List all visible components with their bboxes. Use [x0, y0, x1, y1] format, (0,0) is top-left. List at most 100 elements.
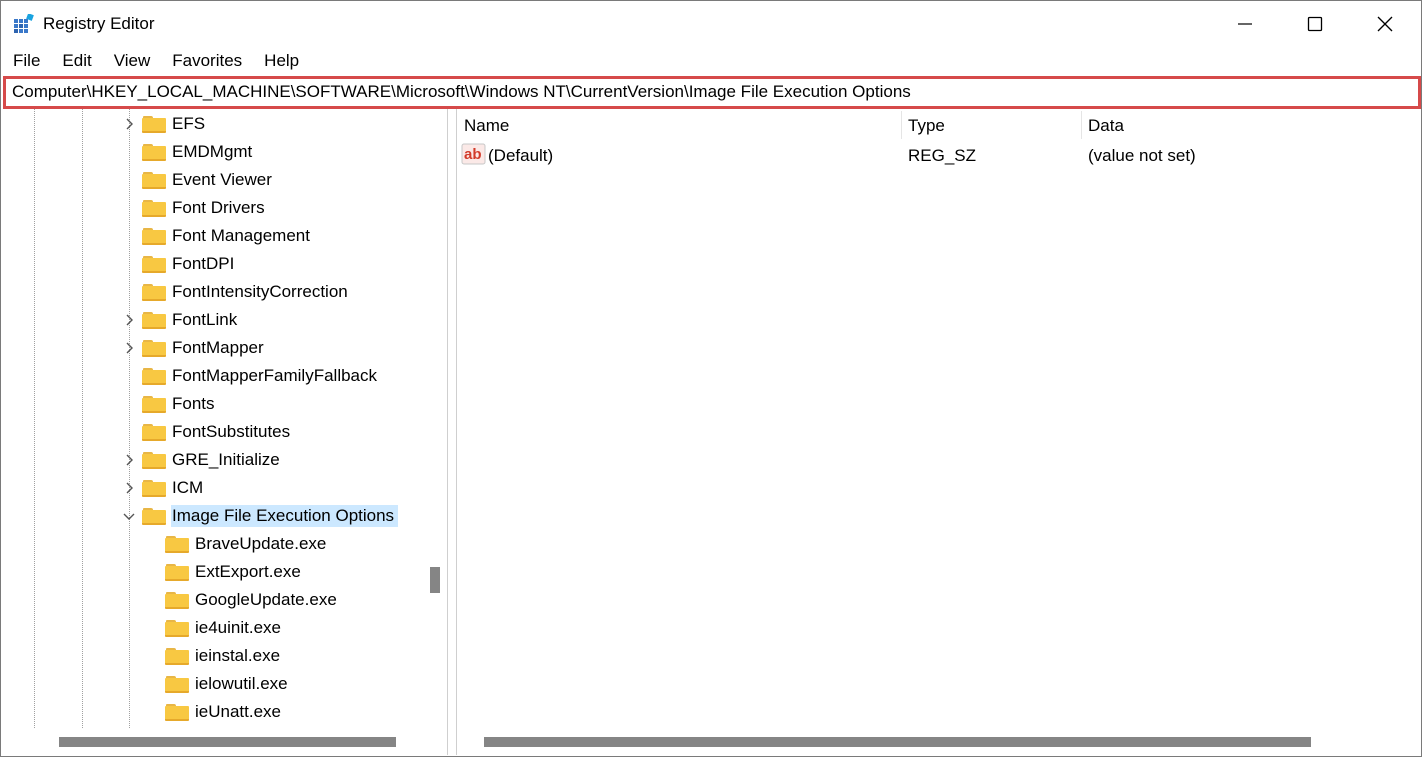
tree-vertical-scroll-thumb[interactable] — [430, 567, 440, 593]
tree-expander[interactable] — [122, 481, 136, 495]
tree-item-label: ie4uinit.exe — [195, 618, 282, 637]
tree-item[interactable]: FontDPI — [142, 250, 238, 278]
minimize-icon — [1238, 23, 1252, 25]
folder-icon — [142, 283, 166, 301]
tree-item[interactable]: EFS — [126, 110, 209, 138]
tree-item[interactable]: FontSubstitutes — [142, 418, 294, 446]
folder-icon — [165, 675, 189, 693]
value-row[interactable]: ab (Default) REG_SZ (value not set) — [457, 141, 1421, 169]
tree-item[interactable]: FontLink — [126, 306, 241, 334]
menu-favorites[interactable]: Favorites — [160, 47, 252, 75]
tree-item-label: FontSubstitutes — [172, 422, 291, 441]
folder-icon — [142, 311, 166, 329]
registry-editor-window: Registry Editor File Edit View Favorites… — [0, 0, 1422, 757]
tree-item[interactable]: FontMapper — [126, 334, 268, 362]
tree-expander[interactable] — [122, 313, 136, 327]
tree-guide-line — [34, 109, 35, 729]
folder-icon — [142, 115, 166, 133]
folder-icon — [142, 171, 166, 189]
folder-icon — [142, 367, 166, 385]
tree-item-label: Font Management — [172, 226, 310, 245]
list-header: Name Type Data — [457, 109, 1421, 139]
tree-item-label: Font Drivers — [172, 198, 265, 217]
folder-icon — [142, 143, 166, 161]
folder-icon — [165, 619, 189, 637]
tree-item-label: FontMapperFamilyFallback — [172, 366, 378, 385]
registry-editor-app-icon — [14, 14, 34, 33]
address-path[interactable]: Computer\HKEY_LOCAL_MACHINE\SOFTWARE\Mic… — [12, 82, 911, 102]
key-tree-pane[interactable]: EFS EMDMgmt Event Viewer Font Drivers Font M… — [1, 109, 447, 755]
tree-item[interactable]: ie4uinit.exe — [165, 614, 285, 642]
tree-item-label: FontDPI — [172, 254, 235, 273]
maximize-icon — [1307, 16, 1323, 32]
folder-icon — [142, 227, 166, 245]
svg-text:ab: ab — [464, 146, 482, 163]
tree-item-label: FontMapper — [172, 338, 264, 357]
tree-expander[interactable] — [122, 341, 136, 355]
tree-item-label: EFS — [172, 114, 206, 133]
pane-splitter[interactable] — [447, 109, 457, 755]
tree-item[interactable]: ieinstal.exe — [165, 642, 284, 670]
chevron-right-icon — [126, 118, 133, 130]
tree-item[interactable]: ielowutil.exe — [165, 670, 292, 698]
tree-item-label: ieUnatt.exe — [195, 702, 281, 721]
tree-item-selected[interactable]: Image File Execution Options — [123, 502, 399, 530]
column-header-name[interactable]: Name — [457, 109, 901, 139]
tree-item[interactable]: Event Viewer — [142, 166, 276, 194]
menu-edit[interactable]: Edit — [50, 47, 101, 75]
menu-file[interactable]: File — [1, 47, 50, 75]
tree-item[interactable]: Font Management — [142, 222, 314, 250]
folder-icon — [165, 591, 189, 609]
column-header-type[interactable]: Type — [901, 109, 1081, 139]
tree-item[interactable]: ICM — [126, 474, 207, 502]
tree-item-label: Event Viewer — [172, 170, 272, 189]
address-bar[interactable]: Computer\HKEY_LOCAL_MACHINE\SOFTWARE\Mic… — [3, 76, 1421, 109]
folder-icon — [142, 423, 166, 441]
list-horizontal-scroll-thumb[interactable] — [484, 737, 1311, 747]
tree-item-label: EMDMgmt — [172, 142, 253, 161]
tree-item-label: GRE_Initialize — [172, 450, 280, 469]
tree-horizontal-scroll-thumb[interactable] — [59, 737, 396, 747]
tree-guide-line — [129, 109, 130, 729]
tree-item-label: BraveUpdate.exe — [195, 534, 327, 553]
tree-item[interactable]: GRE_Initialize — [126, 446, 284, 474]
folder-icon — [165, 703, 189, 721]
close-button[interactable] — [1350, 1, 1420, 47]
tree-expander[interactable] — [122, 509, 136, 523]
title-bar[interactable]: Registry Editor — [1, 1, 1421, 47]
folder-icon — [142, 451, 166, 469]
tree-item[interactable]: EMDMgmt — [142, 138, 256, 166]
tree-item-label: FontIntensityCorrection — [172, 282, 348, 301]
tree-expander[interactable] — [122, 453, 136, 467]
tree-item-label: Image File Execution Options — [171, 505, 399, 527]
column-header-data[interactable]: Data — [1081, 109, 1421, 139]
value-data: (value not set) — [1088, 146, 1196, 165]
tree-item[interactable]: ieUnatt.exe — [165, 698, 285, 726]
folder-icon — [142, 507, 166, 525]
tree-item[interactable]: BraveUpdate.exe — [165, 530, 330, 558]
tree-vertical-scrollbar[interactable] — [424, 109, 447, 729]
string-value-icon: ab — [461, 143, 486, 165]
maximize-button[interactable] — [1280, 1, 1350, 47]
tree-item[interactable]: ExtExport.exe — [165, 558, 305, 586]
tree-item[interactable]: Fonts — [142, 390, 219, 418]
tree-item[interactable]: Font Drivers — [142, 194, 269, 222]
tree-item[interactable]: FontIntensityCorrection — [142, 278, 352, 306]
tree-expander[interactable] — [122, 117, 136, 131]
tree-item[interactable]: FontMapperFamilyFallback — [142, 362, 381, 390]
menu-bar: File Edit View Favorites Help — [1, 47, 1421, 75]
minimize-button[interactable] — [1210, 1, 1280, 47]
tree-item-label: GoogleUpdate.exe — [195, 590, 337, 609]
chevron-right-icon — [126, 454, 133, 466]
folder-icon — [165, 535, 189, 553]
tree-item-label: ielowutil.exe — [195, 674, 288, 693]
tree-item-label: FontLink — [172, 310, 238, 329]
values-list-pane[interactable]: Name Type Data ab (Default) REG_SZ (valu… — [457, 109, 1421, 755]
tree-item-label: ieinstal.exe — [195, 646, 281, 665]
folder-icon — [142, 199, 166, 217]
menu-view[interactable]: View — [102, 47, 161, 75]
menu-help[interactable]: Help — [252, 47, 309, 75]
folder-icon — [165, 647, 189, 665]
tree-item[interactable]: GoogleUpdate.exe — [165, 586, 341, 614]
folder-icon — [142, 339, 166, 357]
